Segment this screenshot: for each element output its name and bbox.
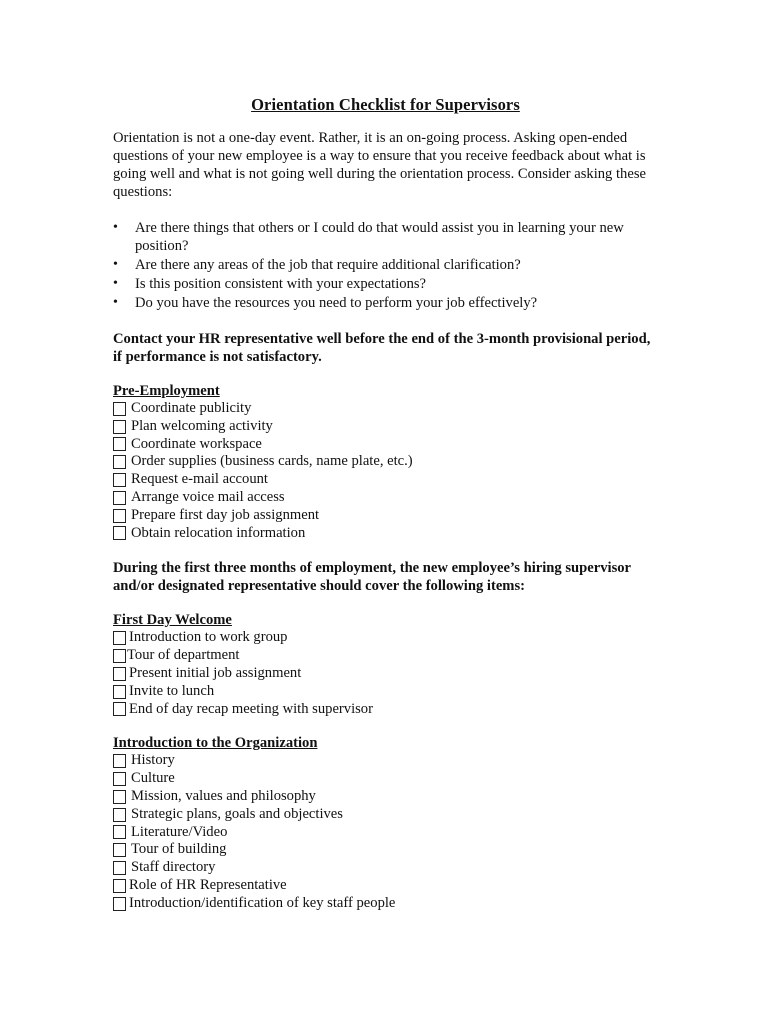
checklist-item[interactable]: Invite to lunch [113,683,658,701]
checkbox[interactable] [113,861,126,876]
checklist-introduction-to-organization: History Culture Mission, values and phil… [113,752,658,912]
intro-paragraph: Orientation is not a one-day event. Rath… [113,130,646,200]
checklist-item-label: Staff directory [131,859,216,876]
question-text: Is this position consistent with your ex… [135,276,427,292]
checkbox[interactable] [113,419,126,434]
checkbox[interactable] [113,702,126,717]
checkbox[interactable] [113,401,126,416]
question-text: Are there any areas of the job that requ… [135,257,521,273]
checklist-item-label: Arrange voice mail access [131,488,285,505]
checklist-item-label: Tour of department [127,647,240,664]
bullet-icon: • [113,295,118,310]
question-item: • Is this position consistent with your … [113,275,658,293]
checkbox[interactable] [113,490,126,505]
section-title-introduction-to-organization: Introduction to the Organization [113,735,318,752]
checklist-pre-employment: Coordinate publicity Plan welcoming acti… [113,400,658,542]
checklist-item[interactable]: Tour of department [113,647,658,665]
checklist-item-label: Role of HR Representative [129,876,287,893]
checklist-item-label: Coordinate publicity [131,400,252,416]
checklist-item[interactable]: Request e-mail account [113,471,658,489]
document-title: Orientation Checklist for Supervisors [251,95,520,114]
question-item: • Are there things that others or I coul… [113,219,658,255]
checklist-first-day-welcome: Introduction to work group Tour of depar… [113,629,658,718]
checklist-item-label: End of day recap meeting with supervisor [129,700,373,717]
checkbox[interactable] [113,825,126,840]
checkbox[interactable] [113,437,126,452]
checklist-item-label: Culture [131,770,175,787]
bullet-icon: • [113,220,118,235]
question-list: • Are there things that others or I coul… [113,219,658,312]
checklist-item[interactable]: Arrange voice mail access [113,489,658,507]
checkbox[interactable] [113,843,126,858]
checklist-item[interactable]: History [113,752,658,770]
checklist-item-label: Present initial job assignment [129,664,302,681]
first-three-months-note: During the first three months of employm… [113,560,631,595]
checklist-item[interactable]: Obtain relocation information [113,525,658,543]
checklist-item[interactable]: Coordinate workspace [113,436,658,454]
checkbox[interactable] [113,807,126,822]
checklist-item-label: Introduction/identification of key staff… [129,894,396,911]
checklist-item-label: Invite to lunch [129,682,215,699]
bullet-icon: • [113,276,118,291]
checklist-item[interactable]: Role of HR Representative [113,877,658,895]
checklist-item[interactable]: Plan welcoming activity [113,418,658,436]
question-text: Are there things that others or I could … [135,220,624,254]
checkbox[interactable] [113,684,126,699]
checklist-item[interactable]: Introduction to work group [113,629,658,647]
checklist-item-label: Obtain relocation information [131,524,306,541]
checklist-item-label: Order supplies (business cards, name pla… [131,453,413,470]
checklist-item[interactable]: Strategic plans, goals and objectives [113,806,658,824]
checklist-item[interactable]: Prepare first day job assignment [113,507,658,525]
checklist-item-label: History [131,752,175,769]
checkbox[interactable] [113,789,126,804]
checklist-item-label: Coordinate workspace [131,435,262,452]
section-title-first-day-welcome: First Day Welcome [113,612,232,629]
checklist-item[interactable]: Literature/Video [113,824,658,842]
checklist-item[interactable]: Present initial job assignment [113,665,658,683]
checkbox[interactable] [113,455,126,470]
checkbox[interactable] [113,508,126,523]
checklist-item-label: Literature/Video [131,823,228,840]
checklist-item[interactable]: Order supplies (business cards, name pla… [113,453,658,471]
checkbox[interactable] [113,754,126,769]
checklist-item[interactable]: Introduction/identification of key staff… [113,895,658,913]
checklist-item[interactable]: Coordinate publicity [113,400,658,418]
checklist-item-label: Tour of building [131,841,227,858]
checklist-item-label: Strategic plans, goals and objectives [131,805,343,822]
question-item: • Do you have the resources you need to … [113,294,658,312]
checklist-item-label: Request e-mail account [131,471,268,488]
checklist-item-label: Introduction to work group [129,629,288,646]
bullet-icon: • [113,257,118,272]
checkbox[interactable] [113,878,126,893]
checkbox[interactable] [113,649,126,664]
checkbox[interactable] [113,666,126,681]
checkbox[interactable] [113,631,126,646]
checklist-item[interactable]: Tour of building [113,841,658,859]
checklist-item-label: Plan welcoming activity [131,417,273,434]
checklist-item[interactable]: Staff directory [113,859,658,877]
section-title-pre-employment: Pre-Employment [113,383,220,399]
checkbox[interactable] [113,896,126,911]
document-page: Orientation Checklist for Supervisors Or… [113,95,658,930]
checkbox[interactable] [113,772,126,787]
checklist-item-label: Prepare first day job assignment [131,506,320,523]
checklist-item[interactable]: Mission, values and philosophy [113,788,658,806]
checklist-item[interactable]: Culture [113,770,658,788]
checklist-item-label: Mission, values and philosophy [131,787,316,804]
checklist-item[interactable]: End of day recap meeting with supervisor [113,701,658,719]
checkbox[interactable] [113,526,126,541]
checkbox[interactable] [113,473,126,488]
hr-contact-note: Contact your HR representative well befo… [113,331,651,365]
question-item: • Are there any areas of the job that re… [113,256,658,274]
question-text: Do you have the resources you need to pe… [135,295,538,311]
